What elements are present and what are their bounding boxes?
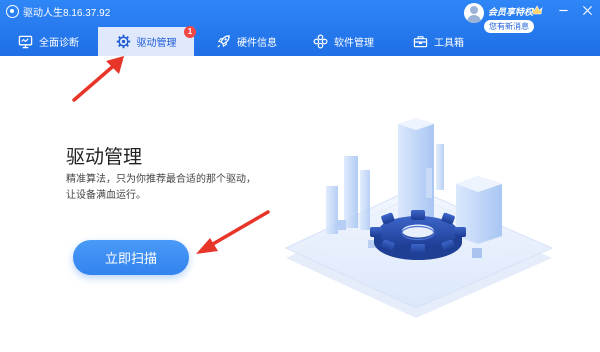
scan-now-button[interactable]: 立即扫描	[73, 240, 189, 275]
tab-label: 工具箱	[434, 38, 464, 49]
page-description: 精准算法，只为你推荐最合适的那个驱动， 让设备满血运行。	[66, 172, 306, 204]
gear-icon	[116, 34, 130, 49]
tab-hardware-info[interactable]: 硬件信息	[216, 27, 296, 56]
tab-label: 软件管理	[334, 38, 374, 49]
avatar[interactable]	[464, 3, 484, 23]
apps-icon	[313, 34, 328, 49]
title-bar: 驱动人生8.16.37.92 全面诊断 驱动管理 1 硬件信息 软件管理 工具箱…	[0, 0, 600, 56]
driver-illustration	[284, 118, 554, 318]
page-title: 驱动管理	[66, 147, 143, 168]
close-button[interactable]	[578, 2, 596, 18]
user-area[interactable]: 会员享特权 您有新消息	[462, 1, 546, 37]
annotation-arrow-tab	[72, 56, 124, 102]
rocket-icon	[217, 35, 230, 48]
minimize-icon	[558, 9, 568, 11]
toolbox-icon	[413, 36, 428, 48]
app-logo-icon	[6, 4, 19, 18]
notification-badge: 1	[184, 26, 196, 38]
tab-software-management[interactable]: 软件管理	[313, 27, 393, 56]
window-controls	[554, 2, 596, 18]
monitor-icon	[18, 35, 33, 49]
new-message-badge[interactable]: 您有新消息	[484, 20, 534, 33]
tab-label: 硬件信息	[237, 38, 277, 49]
vip-label[interactable]: 会员享特权	[488, 5, 533, 18]
tab-label: 全面诊断	[39, 38, 79, 49]
app-title: 驱动人生8.16.37.92	[23, 7, 111, 19]
description-line-2: 让设备满血运行。	[66, 190, 146, 201]
tab-label: 驱动管理	[136, 38, 177, 49]
app-title-area: 驱动人生8.16.37.92	[0, 0, 110, 22]
crown-icon	[531, 5, 543, 15]
annotation-arrow-button	[196, 210, 270, 254]
minimize-button[interactable]	[554, 2, 572, 18]
close-icon	[582, 5, 592, 15]
description-line-1: 精准算法，只为你推荐最合适的那个驱动，	[66, 174, 256, 185]
